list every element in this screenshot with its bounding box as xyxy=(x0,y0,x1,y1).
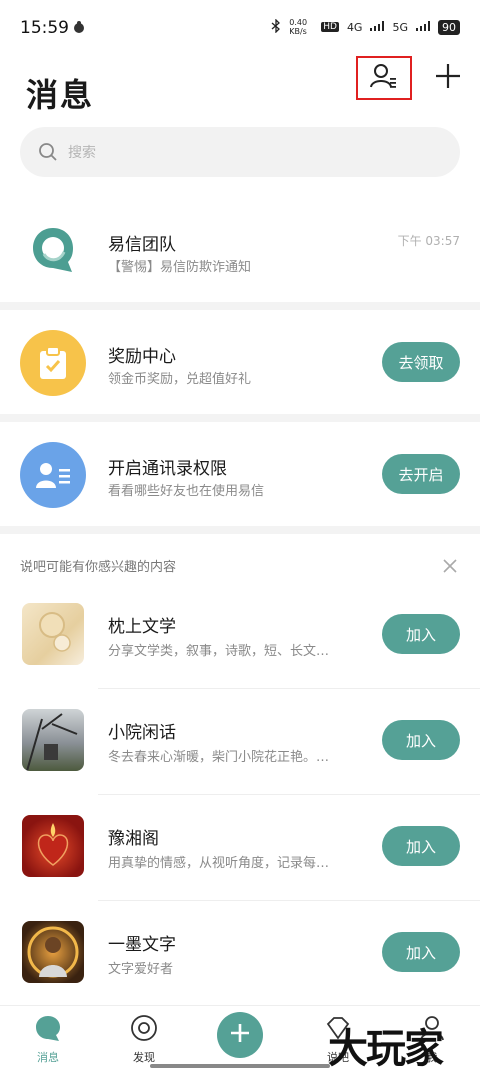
signal-4g: 4G xyxy=(346,20,363,34)
conversation-row[interactable]: 易信团队 【警惕】易信防欺诈通知 下午 03:57 xyxy=(0,196,480,304)
message-bubble-icon xyxy=(18,1014,78,1045)
search-input[interactable] xyxy=(66,127,430,179)
group-avatar xyxy=(22,603,84,665)
discover-icon xyxy=(114,1014,174,1045)
divider xyxy=(0,414,480,422)
join-button[interactable]: 加入 xyxy=(382,932,460,972)
group-desc: 用真挚的情感，从视听角度，记录每… xyxy=(108,856,330,871)
conversation-preview: 【警惕】易信防欺诈通知 xyxy=(108,260,252,275)
conversation-name: 易信团队 xyxy=(108,235,176,255)
watermark-logo: 大玩家 xyxy=(328,1025,444,1072)
group-avatar xyxy=(22,709,84,771)
join-button[interactable]: 加入 xyxy=(382,614,460,654)
divider xyxy=(0,302,480,310)
hd-badge: HD xyxy=(321,22,339,32)
close-icon[interactable] xyxy=(440,556,460,576)
contacts-button[interactable] xyxy=(356,56,412,100)
status-time: 15:59 xyxy=(20,18,69,38)
group-row[interactable]: 豫湘阁 用真挚的情感，从视听角度，记录每… 加入 xyxy=(0,794,480,900)
enable-contacts-button[interactable]: 去开启 xyxy=(382,454,460,494)
page-title: 消息 xyxy=(26,76,95,114)
plus-icon xyxy=(434,62,462,94)
group-desc: 冬去春来心渐暖，柴门小院花正艳。… xyxy=(108,750,330,765)
signal-bars-icon xyxy=(416,20,430,34)
yixin-team-avatar xyxy=(20,216,86,282)
claim-reward-button[interactable]: 去领取 xyxy=(382,342,460,382)
tab-label: 消息 xyxy=(37,1051,59,1064)
home-indicator[interactable] xyxy=(150,1064,330,1068)
group-name: 小院闲话 xyxy=(108,723,176,743)
search-icon xyxy=(38,142,58,166)
tab-label: 发现 xyxy=(133,1051,155,1064)
clipboard-check-icon xyxy=(20,330,86,396)
status-bar: 15:59 0.40 KB/s HD 4G 5G 90 xyxy=(0,0,480,56)
plus-icon xyxy=(229,1022,251,1048)
group-avatar xyxy=(22,921,84,983)
recommend-heading: 说吧可能有你感兴趣的内容 xyxy=(20,560,177,575)
header: 消息 xyxy=(0,56,480,126)
promo-subtitle: 看看哪些好友也在使用易信 xyxy=(108,484,265,499)
contact-card-icon xyxy=(20,442,86,508)
group-avatar xyxy=(22,815,84,877)
group-name: 枕上文学 xyxy=(108,617,176,637)
add-button[interactable] xyxy=(426,56,470,100)
promo-title: 开启通讯录权限 xyxy=(108,459,227,479)
conversation-time: 下午 03:57 xyxy=(397,234,460,248)
contacts-permission-row[interactable]: 开启通讯录权限 看看哪些好友也在使用易信 去开启 xyxy=(0,422,480,528)
app-notification-icon xyxy=(72,19,86,38)
group-row[interactable]: 小院闲话 冬去春来心渐暖，柴门小院花正艳。… 加入 xyxy=(0,688,480,794)
tab-discover[interactable]: 发现 xyxy=(114,1014,174,1065)
group-name: 一墨文字 xyxy=(108,935,176,955)
group-desc: 文字爱好者 xyxy=(108,962,174,977)
bluetooth-icon xyxy=(271,17,281,36)
join-button[interactable]: 加入 xyxy=(382,720,460,760)
compose-fab-button[interactable] xyxy=(217,1012,263,1058)
divider xyxy=(0,526,480,534)
promo-title: 奖励中心 xyxy=(108,347,176,367)
signal-bars-icon xyxy=(370,20,385,34)
group-row[interactable]: 枕上文学 分享文学类，叙事，诗歌，短、长文… 加入 xyxy=(0,582,480,688)
signal-5g: 5G xyxy=(392,20,408,34)
join-button[interactable]: 加入 xyxy=(382,826,460,866)
group-desc: 分享文学类，叙事，诗歌，短、长文… xyxy=(108,644,330,659)
net-speed: 0.40 KB/s xyxy=(289,18,308,36)
battery-indicator: 90 xyxy=(438,19,460,35)
search-bar[interactable] xyxy=(20,127,460,179)
promo-subtitle: 领金币奖励，兑超值好礼 xyxy=(108,372,252,387)
reward-center-row[interactable]: 奖励中心 领金币奖励，兑超值好礼 去领取 xyxy=(0,310,480,416)
group-row[interactable]: 一墨文字 文字爱好者 加入 xyxy=(0,900,480,1006)
contacts-icon xyxy=(370,63,398,93)
group-name: 豫湘阁 xyxy=(108,829,159,849)
tab-messages[interactable]: 消息 xyxy=(18,1014,78,1065)
